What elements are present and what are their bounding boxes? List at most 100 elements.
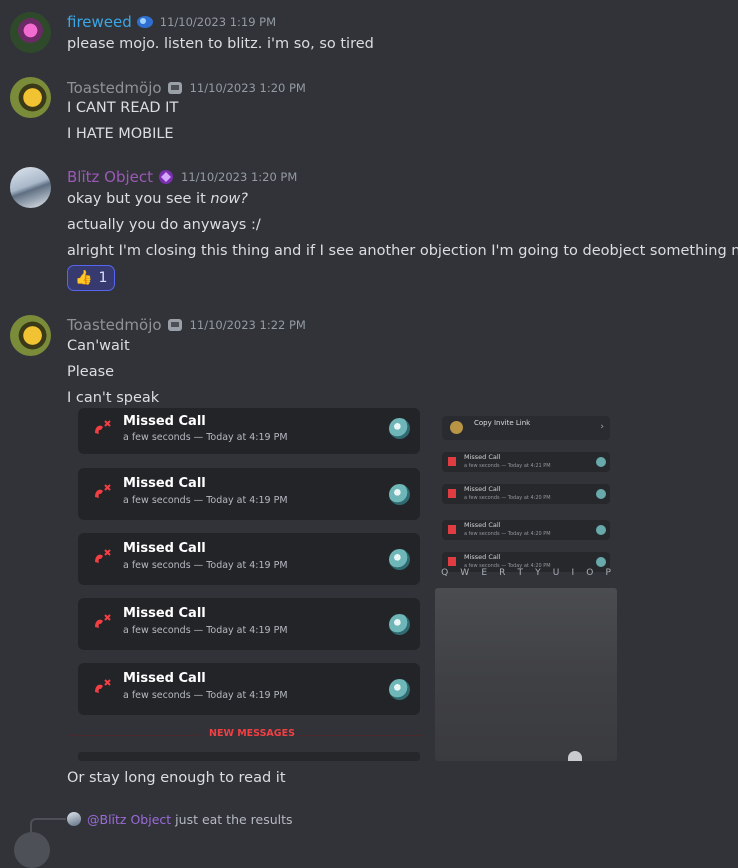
missed-call-icon	[448, 457, 456, 466]
embed-bottom-strip	[78, 752, 420, 761]
username[interactable]: fireweed	[67, 13, 132, 31]
username[interactable]: Toastedmöjo	[67, 316, 162, 334]
invite-row: Copy Invite Link ›	[442, 416, 610, 440]
missed-call-title: Missed Call	[123, 606, 206, 621]
timestamp[interactable]: 11/10/2023 1:20 PM	[190, 81, 306, 95]
role-badge-icon	[159, 170, 174, 184]
divider-line	[67, 735, 201, 736]
message-text: okay but you see it now?	[67, 189, 248, 209]
missed-call-icon	[95, 549, 111, 563]
missed-call-icon	[448, 557, 456, 566]
caller-avatar	[596, 489, 606, 499]
role-badge-icon	[167, 82, 182, 94]
missed-call-time: a few seconds — Today at 4:19 PM	[123, 495, 288, 506]
caller-avatar	[389, 484, 410, 505]
reply-mention[interactable]: @Blītz Object	[87, 812, 171, 827]
mini-call-title: Missed Call	[464, 521, 501, 529]
missed-call-icon	[95, 679, 111, 693]
username[interactable]: Toastedmöjo	[67, 79, 162, 97]
message-text-prefix: okay but you see it	[67, 191, 211, 207]
missed-call-card: Missed Call a few seconds — Today at 4:1…	[78, 533, 420, 585]
message-text: I can't speak	[67, 390, 160, 406]
mini-call-time: a few seconds — Today at 4:21 PM	[464, 463, 551, 469]
missed-call-time: a few seconds — Today at 4:19 PM	[123, 625, 288, 636]
invite-label: Copy Invite Link	[474, 419, 531, 427]
caller-avatar	[389, 614, 410, 635]
message-text: I HATE MOBILE	[67, 126, 174, 142]
key: Q	[441, 568, 449, 578]
keyboard-top-row: Q W E R T Y U I O P	[435, 568, 617, 582]
mini-call-title: Missed Call	[464, 485, 501, 493]
invite-icon	[450, 421, 463, 434]
missed-call-card: Missed Call a few seconds — Today at 4:1…	[78, 468, 420, 520]
key: R	[499, 568, 506, 578]
divider-line	[297, 735, 423, 736]
mini-call-row: Missed Call a few seconds — Today at 4:2…	[442, 452, 610, 472]
missed-call-card: Missed Call a few seconds — Today at 4:1…	[78, 408, 420, 454]
avatar[interactable]	[10, 315, 51, 356]
message-text: please mojo. listen to blitz. i'm so, so…	[67, 36, 374, 52]
message-text-emphasis: now?	[210, 191, 248, 207]
message-text: Please	[67, 364, 115, 380]
reply-preview[interactable]: @Blītz Object just eat the results	[67, 810, 293, 828]
missed-call-title: Missed Call	[123, 671, 206, 686]
missed-call-time: a few seconds — Today at 4:19 PM	[123, 432, 288, 443]
role-badge-icon	[167, 319, 182, 331]
missed-call-icon	[448, 489, 456, 498]
new-messages-label: NEW MESSAGES	[209, 728, 295, 739]
missed-call-card: Missed Call a few seconds — Today at 4:1…	[78, 598, 420, 650]
message-text: actually you do anyways :/	[67, 217, 261, 233]
key: W	[460, 568, 470, 578]
caller-avatar	[389, 549, 410, 570]
mini-call-title: Missed Call	[464, 553, 501, 561]
missed-call-title: Missed Call	[123, 541, 206, 556]
message-text: Or stay long enough to read it	[67, 770, 286, 786]
missed-call-time: a few seconds — Today at 4:19 PM	[123, 560, 288, 571]
reply-text: just eat the results	[175, 811, 293, 827]
caller-avatar	[389, 418, 410, 439]
mini-call-row: Missed Call a few seconds — Today at 4:2…	[442, 484, 610, 504]
caller-avatar	[596, 557, 606, 567]
reply-avatar-icon	[67, 812, 81, 826]
missed-call-icon	[95, 484, 111, 498]
role-badge-icon	[136, 16, 153, 28]
key: P	[605, 568, 611, 578]
key: T	[517, 568, 524, 578]
keyboard-area	[435, 588, 617, 761]
timestamp[interactable]: 11/10/2023 1:20 PM	[181, 170, 297, 184]
avatar[interactable]	[10, 12, 51, 53]
chevron-right-icon: ›	[600, 422, 604, 432]
caller-avatar	[389, 679, 410, 700]
image-attachment-phone[interactable]: Copy Invite Link › Missed Call a few sec…	[435, 408, 617, 761]
key: I	[571, 568, 575, 578]
missed-call-title: Missed Call	[123, 414, 206, 429]
key: U	[552, 568, 560, 578]
message-text: alright I'm closing this thing and if I …	[67, 243, 738, 259]
mini-call-time: a few seconds — Today at 4:20 PM	[464, 531, 551, 537]
next-avatar	[14, 832, 50, 868]
missed-call-icon	[95, 614, 111, 628]
key: Y	[535, 568, 541, 578]
new-messages-divider: NEW MESSAGES	[67, 726, 423, 744]
mini-call-title: Missed Call	[464, 453, 501, 461]
missed-call-title: Missed Call	[123, 476, 206, 491]
thumbs-up-icon: 👍	[75, 270, 93, 286]
missed-call-time: a few seconds — Today at 4:19 PM	[123, 690, 288, 701]
timestamp[interactable]: 11/10/2023 1:22 PM	[190, 318, 306, 332]
mini-call-time: a few seconds — Today at 4:20 PM	[464, 495, 551, 501]
key: O	[586, 568, 594, 578]
keyboard-handle-icon	[568, 751, 582, 761]
reaction-count: 1	[98, 270, 108, 286]
timestamp[interactable]: 11/10/2023 1:19 PM	[160, 15, 276, 29]
avatar[interactable]	[10, 77, 51, 118]
caller-avatar	[596, 525, 606, 535]
avatar[interactable]	[10, 167, 51, 208]
caller-avatar	[596, 457, 606, 467]
reaction-button[interactable]: 👍 1	[67, 265, 116, 291]
key: E	[481, 568, 487, 578]
missed-call-icon	[448, 525, 456, 534]
username[interactable]: Blītz Object	[67, 168, 153, 186]
message-text: I CANT READ IT	[67, 100, 179, 116]
message-text: Can'wait	[67, 338, 130, 354]
missed-call-card: Missed Call a few seconds — Today at 4:1…	[78, 663, 420, 715]
